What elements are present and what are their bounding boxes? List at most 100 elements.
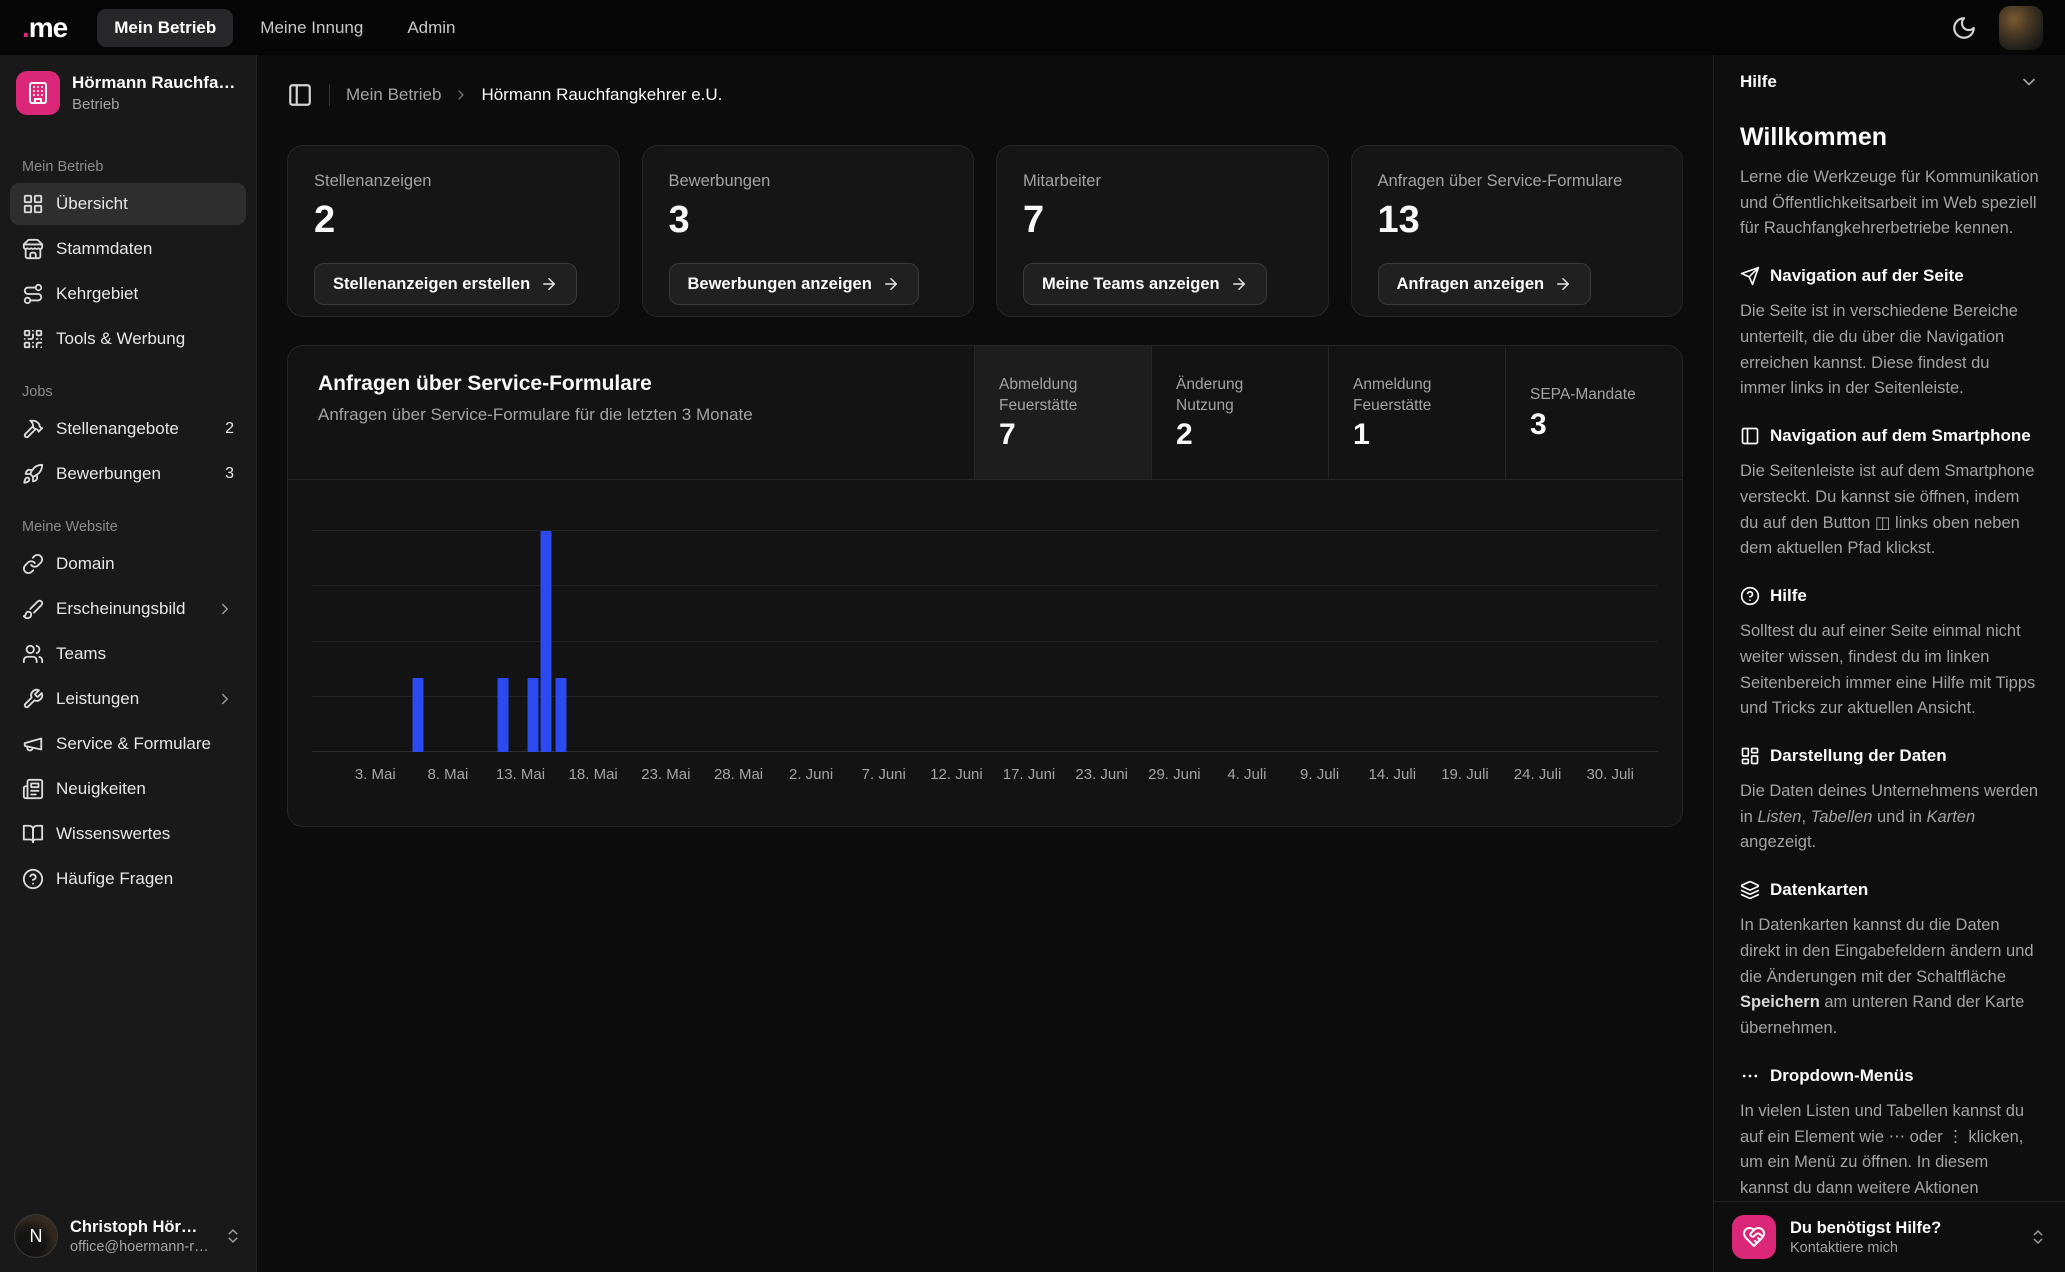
sidebar-section-mein-betrieb: Mein Betrieb Übersicht Stammdaten Kehrge… — [0, 159, 256, 360]
stat-card-stellenanzeigen: Stellenanzeigen 2 Stellenanzeigen erstel… — [287, 145, 620, 317]
chart-x-tick: 7. Juni — [862, 766, 906, 783]
app-logo[interactable]: .me — [22, 12, 67, 44]
sidebar-item-häufige-fragen[interactable]: Häufige Fragen — [10, 858, 246, 900]
breadcrumb-divider — [329, 84, 330, 106]
help-section-title: Dropdown-Menüs — [1740, 1066, 2039, 1086]
sidebar-section-label: Meine Website — [22, 519, 234, 535]
sidebar-item-erscheinungsbild[interactable]: Erscheinungsbild — [10, 588, 246, 630]
breadcrumb: Mein Betrieb Hörmann Rauchfangkehrer e.U… — [287, 55, 1683, 129]
chart-tab-value: 7 — [999, 420, 1127, 450]
sidebar-item-label: Wissenswertes — [56, 824, 170, 844]
sidebar-item-bewerbungen[interactable]: Bewerbungen 3 — [10, 453, 246, 495]
stat-card-value: 7 — [1023, 201, 1302, 239]
stat-card-value: 3 — [669, 201, 948, 239]
sidebar-item-wissenswertes[interactable]: Wissenswertes — [10, 813, 246, 855]
sidebar-item-service-formulare[interactable]: Service & Formulare — [10, 723, 246, 765]
sidebar-item-teams[interactable]: Teams — [10, 633, 246, 675]
circle-help-icon — [1740, 586, 1760, 606]
chevron-down-icon[interactable] — [2019, 72, 2039, 92]
user-meta: Christoph Hörmann B.A. office@hoermann-r… — [70, 1218, 212, 1255]
help-panel-header: Hilfe — [1740, 55, 2039, 109]
chart-bar-16-mai — [556, 678, 567, 752]
user-menu[interactable]: N Christoph Hörmann B.A. office@hoermann… — [0, 1200, 256, 1272]
help-section-title: Hilfe — [1740, 586, 2039, 606]
help-panel-title: Hilfe — [1740, 72, 1777, 92]
chart-title: Anfragen über Service-Formulare — [318, 372, 944, 396]
sidebar-section-jobs: Jobs Stellenangebote 2 Bewerbungen 3 — [0, 384, 256, 495]
user-avatar-initial: N — [14, 1214, 58, 1258]
sidebar-item-stellenangebote[interactable]: Stellenangebote 2 — [10, 408, 246, 450]
chart-bar-6-mai — [413, 678, 424, 752]
sidebar-item-übersicht[interactable]: Übersicht — [10, 183, 246, 225]
arrow-right-icon — [882, 275, 900, 293]
chart-bar-12-mai — [498, 678, 509, 752]
sidebar-item-label: Bewerbungen — [56, 464, 161, 484]
top-tab-mein-betrieb[interactable]: Mein Betrieb — [97, 9, 233, 47]
chart-x-tick: 9. Juli — [1300, 766, 1339, 783]
chevron-right-icon — [453, 87, 469, 103]
sidebar-item-tools-werbung[interactable]: Tools & Werbung — [10, 318, 246, 360]
chart-tab-sepa-mandate[interactable]: SEPA-Mandate 3 — [1505, 346, 1682, 479]
stat-card-button-bewerbungen-anzeigen[interactable]: Bewerbungen anzeigen — [669, 263, 919, 305]
help-welcome-text: Lerne die Werkzeuge für Kommunikation un… — [1740, 165, 2039, 242]
stat-card-label: Bewerbungen — [669, 172, 948, 191]
dark-mode-toggle-moon-icon[interactable] — [1951, 15, 1977, 41]
stat-card-label: Mitarbeiter — [1023, 172, 1302, 191]
sidebar-item-label: Leistungen — [56, 689, 139, 709]
logo-text: me — [29, 12, 67, 43]
sidebar-item-neuigkeiten[interactable]: Neuigkeiten — [10, 768, 246, 810]
sidebar-item-label: Neuigkeiten — [56, 779, 146, 799]
chart-tab-änderung-nutzung[interactable]: Änderung Nutzung 2 — [1151, 346, 1328, 479]
sidebar-item-badge: 2 — [225, 420, 234, 438]
main-content: Mein Betrieb Hörmann Rauchfangkehrer e.U… — [257, 55, 1713, 1272]
circle-help-icon — [22, 868, 44, 890]
sidebar-item-label: Häufige Fragen — [56, 869, 173, 889]
top-tabs: Mein Betrieb Meine Innung Admin — [97, 9, 472, 47]
contact-meta: Du benötigst Hilfe? Kontaktiere mich — [1790, 1219, 2015, 1256]
user-name: Christoph Hörmann B.A. — [70, 1218, 212, 1237]
stat-card-button-stellenanzeigen-erstellen[interactable]: Stellenanzeigen erstellen — [314, 263, 577, 305]
top-tab-admin[interactable]: Admin — [390, 9, 472, 47]
send-icon — [1740, 266, 1760, 286]
help-panel-content: Hilfe Willkommen Lerne die Werkzeuge für… — [1714, 55, 2065, 1201]
sidebar-item-label: Übersicht — [56, 194, 128, 214]
chart-titles: Anfragen über Service-Formulare Anfragen… — [288, 346, 974, 479]
help-section-navigation-auf-dem-smartphone: Navigation auf dem Smartphone Die Seiten… — [1740, 426, 2039, 562]
sidebar-item-domain[interactable]: Domain — [10, 543, 246, 585]
company-switcher[interactable]: Hörmann Rauchfangkehre... Betrieb — [0, 55, 256, 129]
help-section-title: Darstellung der Daten — [1740, 746, 2039, 766]
chart-tab-label: Anmeldung Feuerstätte — [1353, 375, 1481, 415]
sidebar-item-stammdaten[interactable]: Stammdaten — [10, 228, 246, 270]
chevrons-up-down-icon[interactable] — [224, 1227, 242, 1245]
chart-x-tick: 12. Juni — [930, 766, 983, 783]
stat-card-button-anfragen-anzeigen[interactable]: Anfragen anzeigen — [1378, 263, 1592, 305]
stat-cards-row: Stellenanzeigen 2 Stellenanzeigen erstel… — [287, 145, 1683, 317]
sidebar-section-label: Jobs — [22, 384, 234, 400]
stat-card-button-meine-teams-anzeigen[interactable]: Meine Teams anzeigen — [1023, 263, 1267, 305]
sidebar-item-label: Stammdaten — [56, 239, 152, 259]
sidebar-item-leistungen[interactable]: Leistungen — [10, 678, 246, 720]
stat-card-button-label: Anfragen anzeigen — [1397, 275, 1545, 294]
sidebar-toggle-panel-left-icon[interactable] — [287, 82, 313, 108]
help-section-datenkarten: Datenkarten In Datenkarten kannst du die… — [1740, 880, 2039, 1042]
top-tab-meine-innung[interactable]: Meine Innung — [243, 9, 380, 47]
sidebar-item-kehrgebiet[interactable]: Kehrgebiet — [10, 273, 246, 315]
qr-code-icon — [22, 328, 44, 350]
chart-x-tick: 8. Mai — [428, 766, 469, 783]
help-section-dropdown-menüs: Dropdown-Menüs In vielen Listen und Tabe… — [1740, 1066, 2039, 1201]
route-icon — [22, 283, 44, 305]
chart-tab-anmeldung-feuerstätte[interactable]: Anmeldung Feuerstätte 1 — [1328, 346, 1505, 479]
chart-tab-value: 1 — [1353, 420, 1481, 450]
chart-header: Anfragen über Service-Formulare Anfragen… — [288, 346, 1682, 480]
company-name: Hörmann Rauchfangkehre... — [72, 73, 240, 93]
breadcrumb-parent[interactable]: Mein Betrieb — [346, 85, 441, 105]
sidebar-item-label: Erscheinungsbild — [56, 599, 185, 619]
chart-tab-abmeldung-feuerstätte[interactable]: Abmeldung Feuerstätte 7 — [974, 346, 1151, 479]
chart-gridline — [312, 696, 1658, 697]
contact-support-button[interactable]: Du benötigst Hilfe? Kontaktiere mich — [1714, 1201, 2065, 1272]
newspaper-icon — [22, 778, 44, 800]
chart-tab-value: 3 — [1530, 410, 1658, 440]
user-avatar[interactable] — [1999, 6, 2043, 50]
chart-x-tick: 17. Juni — [1003, 766, 1056, 783]
chart-tab-value: 2 — [1176, 420, 1304, 450]
